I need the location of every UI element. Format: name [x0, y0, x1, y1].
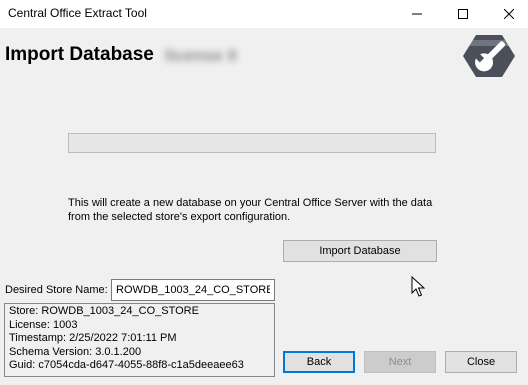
detail-timestamp: Timestamp: 2/25/2022 7:01:11 PM: [9, 332, 177, 344]
license-label-blurred: license 0: [165, 46, 237, 65]
store-name-label: Desired Store Name:: [5, 284, 108, 296]
wrench-gear-icon: [463, 35, 515, 77]
app-window: Central Office Extract Tool Import Datab…: [0, 0, 528, 385]
close-button[interactable]: Close: [445, 351, 517, 373]
title-bar[interactable]: Central Office Extract Tool: [0, 0, 528, 28]
close-icon: [504, 9, 514, 19]
maximize-button[interactable]: [440, 0, 486, 28]
detail-license: License: 1003: [9, 318, 78, 331]
description-text: This will create a new database on your …: [68, 197, 433, 223]
mouse-pointer-icon: [411, 276, 426, 297]
detail-store: Store: ROWDB_1003_24_CO_STORE: [9, 305, 199, 317]
store-name-input[interactable]: [111, 279, 275, 301]
progress-bar: [68, 133, 436, 153]
close-window-button[interactable]: [486, 0, 528, 28]
page-title: Import Database: [5, 44, 154, 65]
store-details-box: Store: ROWDB_1003_24_CO_STORE License: 1…: [4, 303, 275, 377]
detail-schema-version: Schema Version: 3.0.1.200: [9, 345, 142, 358]
maximize-icon: [458, 9, 468, 19]
next-button[interactable]: Next: [364, 351, 436, 373]
import-database-button[interactable]: Import Database: [283, 240, 437, 262]
window-title: Central Office Extract Tool: [8, 6, 147, 20]
back-button[interactable]: Back: [283, 351, 355, 373]
minimize-button[interactable]: [394, 0, 440, 28]
minimize-icon: [412, 13, 422, 15]
detail-guid: Guid: c7054cda-d647-4055-88f8-c1a5deeaee…: [9, 359, 244, 371]
